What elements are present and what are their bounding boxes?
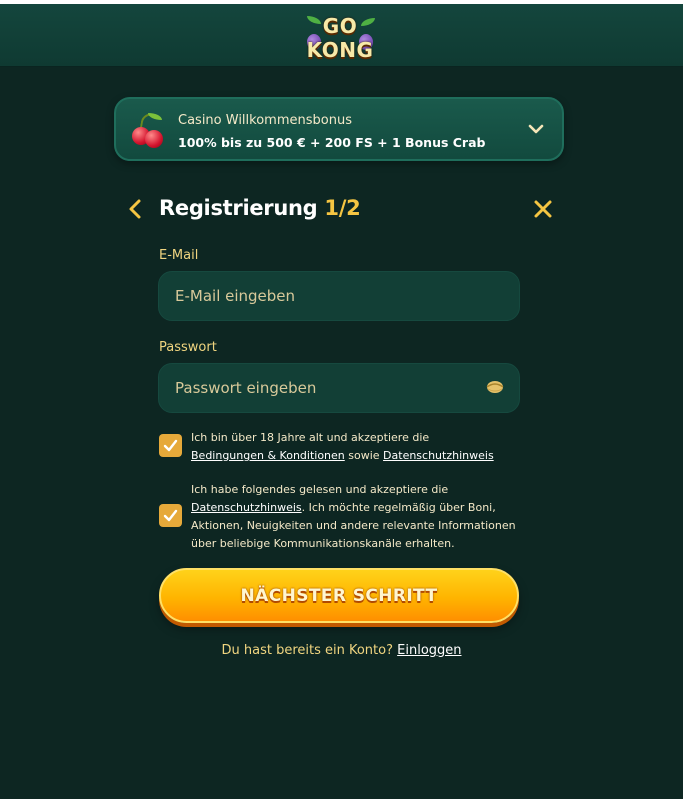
registration-title-text: Registrierung: [159, 196, 318, 220]
check-icon: [163, 439, 178, 452]
consent1-text: Ich bin über 18 Jahre alt und akzeptiere…: [191, 431, 430, 444]
consent1-middle: sowie: [348, 449, 380, 462]
consent2-text: Ich habe folgendes gelesen und akzeptier…: [191, 483, 449, 496]
age-terms-checkbox[interactable]: [159, 434, 182, 457]
gokong-logo[interactable]: GO KONG: [305, 12, 375, 66]
registration-title: Registrierung 1/2: [159, 196, 361, 220]
welcome-bonus-dropdown[interactable]: Casino Willkommensbonus 100% bis zu 500 …: [114, 97, 564, 161]
email-input[interactable]: [158, 271, 520, 321]
privacy-link-2[interactable]: Datenschutzhinweis: [191, 501, 302, 514]
privacy-link-1[interactable]: Datenschutzhinweis: [383, 449, 494, 462]
bonus-description: 100% bis zu 500 € + 200 FS + 1 Bonus Cra…: [178, 135, 486, 150]
marketing-consent-text: Ich habe folgendes gelesen und akzeptier…: [191, 481, 521, 553]
password-input[interactable]: [158, 363, 520, 413]
age-terms-consent-text: Ich bin über 18 Jahre alt und akzeptiere…: [191, 429, 521, 465]
logo-text-kong: KONG: [306, 38, 374, 62]
terms-link[interactable]: Bedingungen & Konditionen: [191, 449, 345, 462]
close-icon[interactable]: [532, 198, 554, 220]
chevron-down-icon[interactable]: [526, 119, 546, 139]
password-label: Passwort: [159, 340, 217, 355]
chevron-left-icon[interactable]: [126, 197, 144, 221]
check-icon: [163, 509, 178, 522]
registration-step: 1/2: [324, 196, 361, 220]
cherry-icon: [132, 111, 166, 148]
login-prompt-text: Du hast bereits ein Konto?: [221, 643, 393, 658]
email-label: E-Mail: [159, 248, 199, 263]
login-prompt: Du hast bereits ein Konto? Einloggen: [0, 643, 683, 658]
site-header: GO KONG: [0, 4, 683, 67]
marketing-consent-checkbox[interactable]: [159, 504, 182, 527]
logo-text-go: GO: [322, 14, 358, 38]
bonus-title: Casino Willkommensbonus: [178, 113, 352, 128]
next-step-button[interactable]: NÄCHSTER SCHRITT: [159, 568, 519, 623]
eye-icon[interactable]: [486, 380, 504, 394]
login-link[interactable]: Einloggen: [397, 643, 461, 658]
